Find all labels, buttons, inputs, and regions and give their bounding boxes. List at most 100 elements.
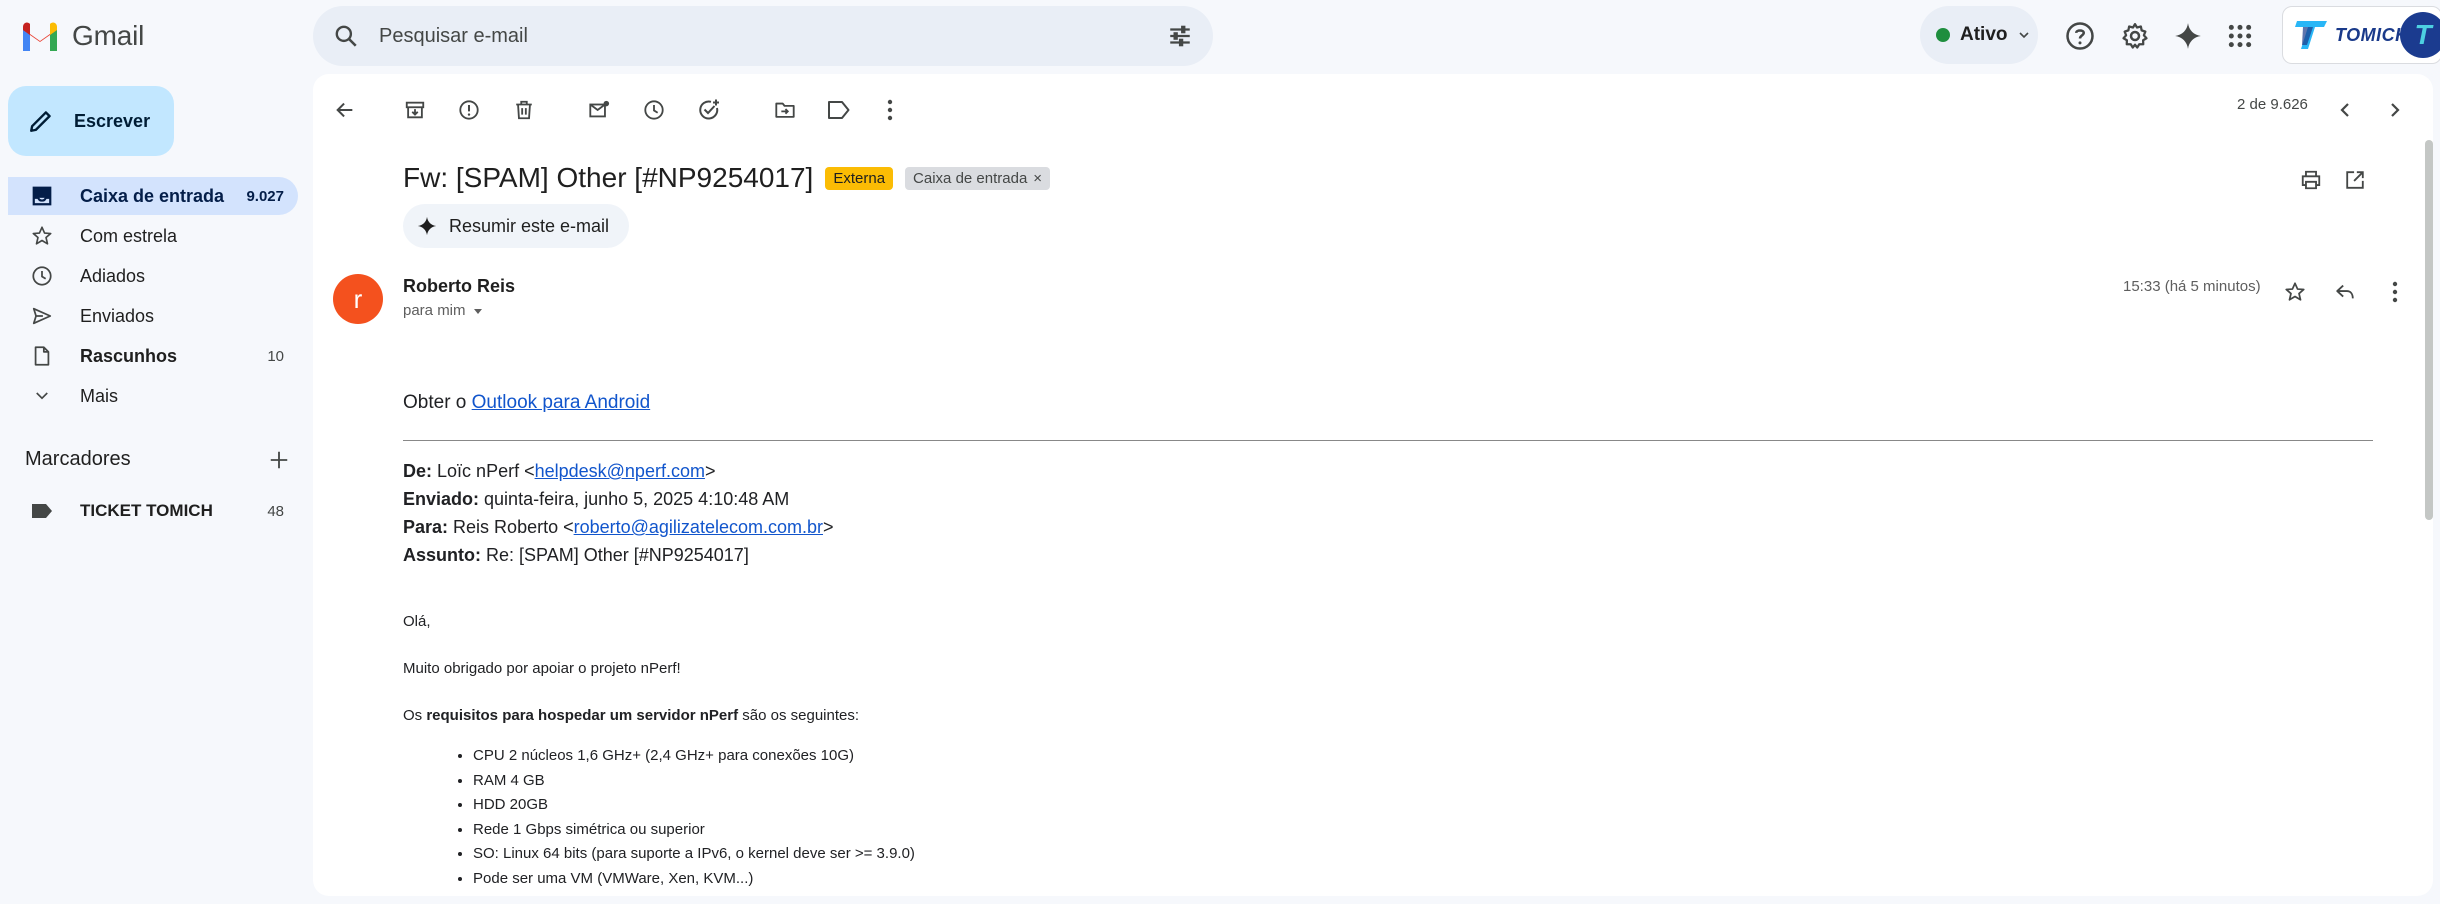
star-icon[interactable] xyxy=(2275,272,2315,312)
brand-name: TOMICH xyxy=(2335,24,2409,45)
requirements-list: CPU 2 núcleos 1,6 GHz+ (2,4 GHz+ para co… xyxy=(473,744,2373,891)
search-bar[interactable]: Pesquisar e-mail xyxy=(313,6,1213,66)
add-to-tasks-icon[interactable] xyxy=(689,90,729,130)
apps-grid-icon[interactable] xyxy=(2218,14,2262,58)
status-selector[interactable]: Ativo xyxy=(1920,6,2038,64)
reply-icon[interactable] xyxy=(2325,272,2365,312)
summarize-email-button[interactable]: Resumir este e-mail xyxy=(403,204,630,248)
req-prefix: Os xyxy=(403,707,423,724)
labels-title: Marcadores xyxy=(25,448,131,470)
sparkle-icon xyxy=(417,216,437,236)
more-vert-icon[interactable] xyxy=(2375,272,2415,312)
draft-icon xyxy=(30,345,54,367)
from-close: > xyxy=(704,461,716,481)
gmail-m-icon xyxy=(23,22,57,51)
email-timestamp: 15:33 (há 5 minutos) xyxy=(2123,278,2261,295)
list-item: Pode ser uma VM (VMWare, Xen, KVM...) xyxy=(473,867,2373,892)
sidebar-item-label: Enviados xyxy=(80,305,155,326)
label-tag-icon[interactable] xyxy=(819,90,859,130)
outlook-android-link[interactable]: Outlook para Android xyxy=(472,392,651,413)
greeting: Olá, xyxy=(403,613,431,630)
print-icon[interactable] xyxy=(2291,160,2331,200)
scrollbar-thumb[interactable] xyxy=(2425,140,2433,520)
open-new-window-icon[interactable] xyxy=(2335,160,2375,200)
sent-label: Enviado: xyxy=(403,489,480,509)
sender-avatar[interactable]: r xyxy=(333,274,383,324)
sent-value: quinta-feira, junho 5, 2025 4:10:48 AM xyxy=(484,489,790,509)
inbox-label-chip: Caixa de entrada × xyxy=(905,166,1051,190)
sidebar-label-text: TICKET TOMICH xyxy=(80,501,213,520)
subject-row: Fw: [SPAM] Other [#NP9254017] Externa Ca… xyxy=(403,162,1051,194)
report-spam-icon[interactable] xyxy=(449,90,489,130)
app-name: Gmail xyxy=(72,20,145,51)
sidebar-item-starred[interactable]: Com estrela xyxy=(8,217,298,255)
newer-chevron-left-icon[interactable] xyxy=(2325,90,2365,130)
sidebar-item-snoozed[interactable]: Adiados xyxy=(8,257,298,295)
sidebar-item-label: Com estrela xyxy=(80,225,178,246)
add-label-plus-icon[interactable] xyxy=(268,449,290,471)
sidebar-item-drafts[interactable]: Rascunhos 10 xyxy=(8,337,298,375)
clock-icon xyxy=(30,265,54,287)
remove-label-close-icon[interactable]: × xyxy=(1033,170,1042,187)
list-item: RAM 4 GB xyxy=(473,769,2373,794)
thanks-paragraph: Muito obrigado por apoiar o projeto nPer… xyxy=(403,660,681,677)
archive-icon[interactable] xyxy=(395,90,435,130)
sidebar-label-ticket-tomich[interactable]: TICKET TOMICH 48 xyxy=(8,492,298,530)
status-label: Ativo xyxy=(1960,24,2008,45)
to-name: Reis Roberto < xyxy=(453,517,574,537)
forward-divider xyxy=(403,440,2373,441)
snooze-clock-icon[interactable] xyxy=(634,90,674,130)
older-chevron-right-icon[interactable] xyxy=(2375,90,2415,130)
message-view: 2 de 9.626 Fw: [SPAM] Other [#NP9254017]… xyxy=(313,74,2433,896)
labels-heading: Marcadores xyxy=(25,448,290,471)
forward-to-line: Para: Reis Roberto <roberto@agilizatelec… xyxy=(403,513,2373,541)
from-name: Loïc nPerf < xyxy=(437,461,535,481)
sender-name[interactable]: Roberto Reis xyxy=(403,276,515,297)
list-item: SO: Linux 64 bits (para suporte a IPv6, … xyxy=(473,842,2373,867)
search-options-icon[interactable] xyxy=(1167,23,1193,49)
back-arrow-icon[interactable] xyxy=(325,90,365,130)
summarize-label: Resumir este e-mail xyxy=(449,215,610,236)
forward-from-line: De: Loïc nPerf <helpdesk@nperf.com> xyxy=(403,457,2373,485)
inbox-chip-text: Caixa de entrada xyxy=(913,169,1028,187)
chevron-down-icon xyxy=(2018,32,2029,39)
gmail-logo[interactable]: Gmail xyxy=(20,14,144,58)
search-input[interactable]: Pesquisar e-mail xyxy=(379,25,1167,48)
compose-button[interactable]: Escrever xyxy=(8,86,174,156)
search-icon[interactable] xyxy=(333,23,359,49)
list-item: CPU 2 núcleos 1,6 GHz+ (2,4 GHz+ para co… xyxy=(473,744,2373,769)
requirements-intro: Os requisitos para hospedar um servidor … xyxy=(403,707,2373,724)
email-body: Obter o Outlook para Android De: Loïc nP… xyxy=(403,392,2373,891)
chevron-down-icon xyxy=(30,387,54,405)
to-email-link[interactable]: roberto@agilizatelecom.com.br xyxy=(574,517,823,537)
sidebar-item-inbox[interactable]: Caixa de entrada 9.027 xyxy=(8,177,298,215)
inbox-icon xyxy=(30,185,54,207)
req-suffix: são os seguintes: xyxy=(742,707,860,724)
label-tag-icon xyxy=(30,503,54,519)
sidebar-item-more[interactable]: Mais xyxy=(8,377,298,415)
sidebar-item-sent[interactable]: Enviados xyxy=(8,297,298,335)
from-email-link[interactable]: helpdesk@nperf.com xyxy=(535,461,705,481)
external-chip: Externa xyxy=(825,166,894,190)
recipient-text: para mim xyxy=(403,302,466,319)
star-icon xyxy=(30,225,54,247)
list-item: Rede 1 Gbps simétrica ou superior xyxy=(473,818,2373,843)
mark-unread-icon[interactable] xyxy=(579,90,619,130)
recipient-details[interactable]: para mim xyxy=(403,302,484,319)
drafts-count: 10 xyxy=(267,347,284,365)
gemini-sparkle-icon[interactable] xyxy=(2166,14,2210,58)
subject-label: Assunto: xyxy=(403,545,481,565)
settings-gear-icon[interactable] xyxy=(2113,14,2157,58)
sidebar-item-label: Adiados xyxy=(80,265,146,286)
status-dot-icon xyxy=(1936,28,1950,42)
help-icon[interactable] xyxy=(2058,14,2102,58)
account-avatar[interactable]: T xyxy=(2400,12,2440,58)
delete-trash-icon[interactable] xyxy=(504,90,544,130)
pencil-icon xyxy=(30,111,51,132)
tomich-logo-icon xyxy=(2295,21,2327,49)
sidebar-item-label: Caixa de entrada xyxy=(80,185,225,206)
forward-sent-line: Enviado: quinta-feira, junho 5, 2025 4:1… xyxy=(403,485,2373,513)
caret-down-icon xyxy=(473,308,482,314)
move-to-folder-icon[interactable] xyxy=(765,90,805,130)
more-vert-icon[interactable] xyxy=(870,90,910,130)
